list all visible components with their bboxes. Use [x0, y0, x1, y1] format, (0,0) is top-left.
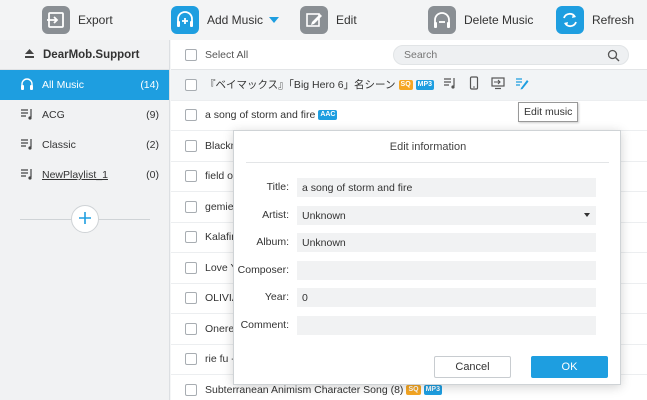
sidebar-item-newplaylist[interactable]: NewPlaylist_1 (0)	[0, 160, 169, 190]
cancel-button[interactable]: Cancel	[434, 356, 511, 378]
toolbar: Export Add Music Edit Delete Music Refre…	[0, 0, 647, 40]
row-checkbox[interactable]	[185, 139, 197, 152]
phone-icon[interactable]	[467, 76, 481, 93]
row-checkbox[interactable]	[185, 292, 197, 305]
export-icon	[42, 6, 70, 34]
select-all-label: Select All	[205, 48, 249, 61]
song-title: 『ベイマックス』「Big Hero 6」名シーン	[205, 79, 396, 92]
row-checkbox[interactable]	[185, 78, 197, 91]
row-checkbox[interactable]	[185, 261, 197, 274]
playlist-icon	[20, 107, 34, 124]
sidebar-item-label: All Music	[42, 79, 85, 91]
delete-icon	[428, 6, 456, 34]
edit-music-icon[interactable]	[515, 76, 529, 93]
export-label: Export	[78, 13, 113, 27]
add-playlist-area	[20, 205, 150, 233]
sidebar-item-count: (14)	[140, 79, 159, 91]
row-actions	[443, 76, 529, 93]
headphones-icon	[20, 77, 34, 94]
playlist-icon	[20, 167, 34, 184]
sidebar-item-count: (9)	[146, 109, 159, 121]
sidebar-item-count: (2)	[146, 139, 159, 151]
export-to-pc-icon[interactable]	[491, 76, 505, 93]
select-all-checkbox[interactable]	[185, 48, 197, 61]
refresh-icon	[556, 6, 584, 34]
song-title: Subterranean Animism Character Song (8)	[205, 383, 404, 396]
add-to-playlist-icon[interactable]	[443, 76, 457, 93]
sidebar-item-label: Classic	[42, 139, 76, 151]
row-checkbox[interactable]	[185, 322, 197, 335]
dialog-title: Edit information	[389, 141, 467, 153]
delete-music-button[interactable]: Delete Music	[428, 0, 533, 40]
sidebar-item-label: ACG	[42, 109, 65, 121]
sidebar-item-acg[interactable]: ACG (9)	[0, 100, 169, 130]
quality-badge: SQ	[398, 79, 413, 90]
add-playlist-button[interactable]	[71, 205, 99, 233]
comment-field[interactable]	[297, 316, 596, 335]
edit-label: Edit	[336, 13, 357, 27]
sidebar-item-classic[interactable]: Classic (2)	[0, 130, 169, 160]
sidebar-item-count: (0)	[146, 169, 159, 181]
edit-music-tooltip: Edit music	[518, 102, 579, 122]
chevron-down-icon[interactable]	[269, 17, 280, 23]
list-header: Select All	[171, 40, 647, 70]
add-music-label: Add Music	[207, 13, 264, 27]
table-row[interactable]: 『ベイマックス』「Big Hero 6」名シーン SQ MP3	[171, 70, 647, 101]
row-checkbox[interactable]	[185, 353, 197, 366]
format-badge: MP3	[415, 79, 435, 90]
song-title: rie fu -	[205, 353, 235, 366]
title-label: Title:	[266, 181, 289, 193]
album-field[interactable]	[297, 233, 596, 252]
search-box	[393, 45, 629, 65]
sidebar-item-all-music[interactable]: All Music (14)	[0, 70, 169, 100]
delete-music-label: Delete Music	[464, 13, 534, 27]
divider	[246, 162, 609, 163]
add-music-button[interactable]: Add Music	[171, 0, 280, 40]
sidebar: DearMob.Support All Music (14) ACG (9) C…	[0, 40, 170, 400]
eject-icon	[24, 48, 35, 62]
refresh-button[interactable]: Refresh	[556, 0, 634, 40]
composer-label: Composer:	[237, 264, 289, 276]
quality-badge: SQ	[406, 384, 421, 395]
plus-icon	[78, 211, 92, 228]
edit-button[interactable]: Edit	[300, 0, 357, 40]
ok-button[interactable]: OK	[531, 356, 608, 378]
row-checkbox[interactable]	[185, 231, 197, 244]
export-button[interactable]: Export	[42, 0, 113, 40]
format-badge: MP3	[423, 384, 442, 395]
edit-icon	[300, 6, 328, 34]
composer-field[interactable]	[297, 261, 596, 280]
playlist-icon	[20, 137, 34, 154]
song-title: a song of storm and fire	[205, 109, 316, 122]
song-title: field of	[205, 170, 236, 183]
search-icon[interactable]	[607, 49, 620, 65]
row-checkbox[interactable]	[185, 200, 197, 213]
album-label: Album:	[256, 236, 289, 248]
device-name: DearMob.Support	[43, 48, 140, 61]
artist-select[interactable]: Unknown	[297, 206, 596, 225]
year-label: Year:	[264, 291, 289, 303]
row-checkbox[interactable]	[185, 383, 197, 396]
add-music-icon	[171, 6, 199, 34]
format-badge: AAC	[318, 110, 338, 121]
row-checkbox[interactable]	[185, 170, 197, 183]
chevron-down-icon	[584, 213, 590, 217]
year-field[interactable]	[297, 288, 596, 307]
device-header[interactable]: DearMob.Support	[0, 40, 169, 70]
row-checkbox[interactable]	[185, 109, 197, 122]
sidebar-item-label: NewPlaylist_1	[42, 169, 108, 181]
artist-label: Artist:	[262, 209, 289, 221]
edit-information-dialog: Edit information Title: Artist: Unknown …	[233, 130, 621, 385]
artist-value: Unknown	[302, 209, 346, 222]
title-field[interactable]	[297, 178, 596, 197]
refresh-label: Refresh	[592, 13, 635, 27]
comment-label: Comment:	[240, 319, 289, 331]
search-input[interactable]	[404, 49, 604, 61]
